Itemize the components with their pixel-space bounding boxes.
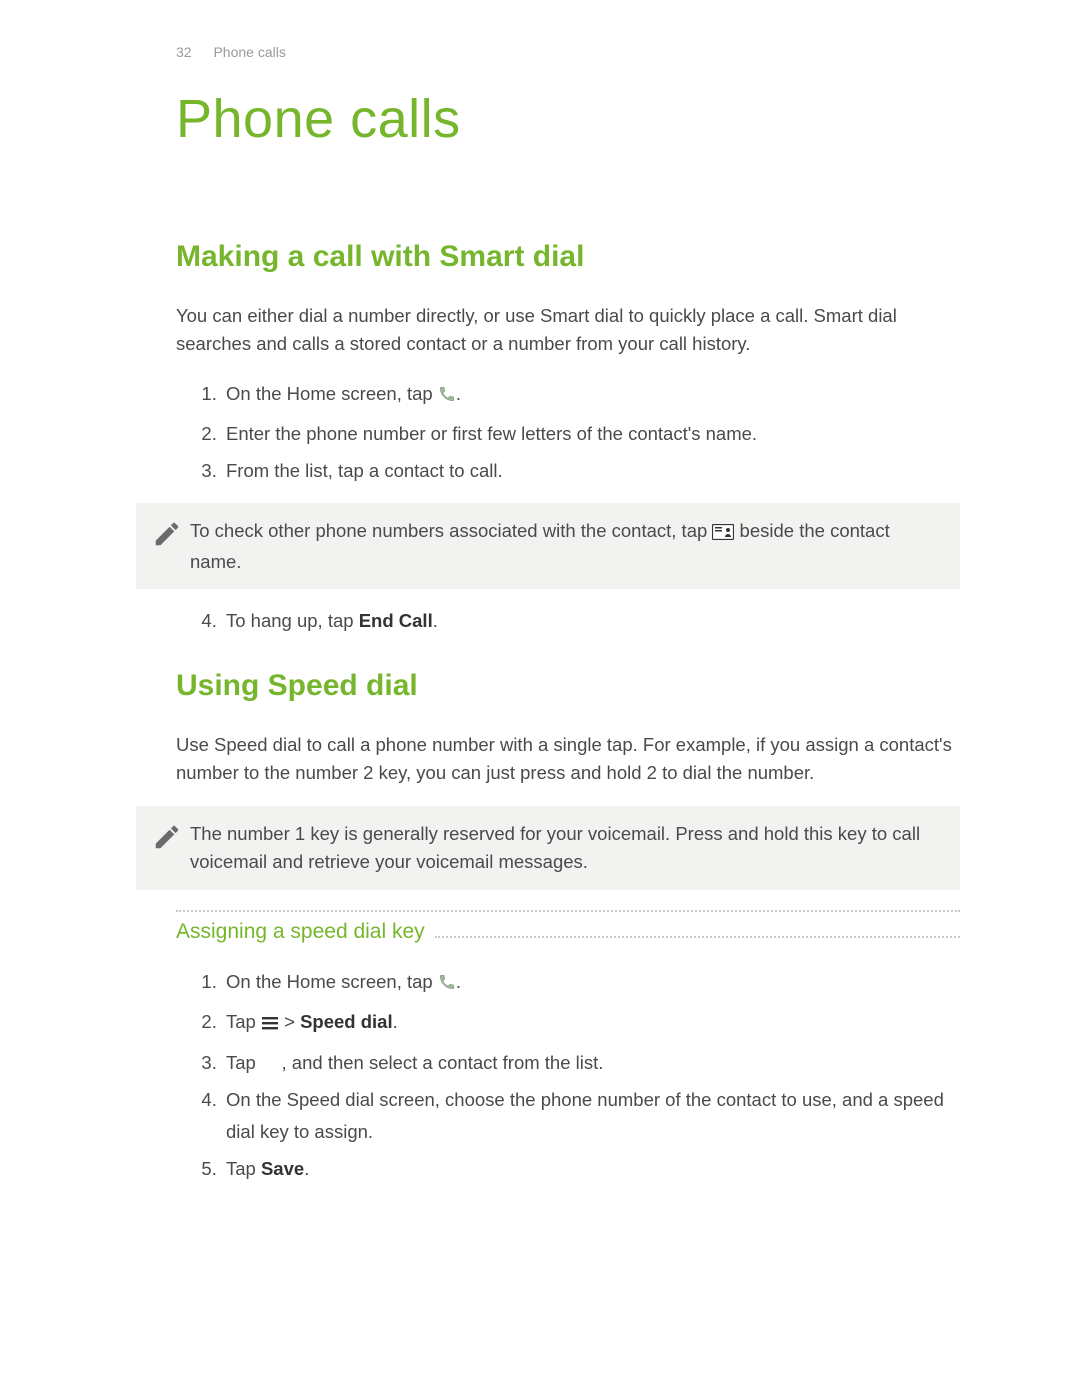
step-item: Tap > Speed dial.: [222, 1006, 960, 1040]
phone-icon: [438, 381, 456, 412]
step-item: Tap Save.: [222, 1153, 960, 1184]
contact-card-icon: [712, 520, 734, 548]
menu-icon: [261, 1009, 279, 1040]
step-text: Tap: [226, 1052, 261, 1073]
step-text: >: [279, 1011, 300, 1032]
section2-steps: On the Home screen, tap . Tap > Speed di…: [176, 966, 960, 1185]
step-text: .: [456, 971, 461, 992]
pencil-icon: [144, 820, 190, 852]
note-text: To check other phone numbers associated …: [190, 517, 942, 576]
note-box: To check other phone numbers associated …: [136, 503, 960, 590]
subheading-assigning: Assigning a speed dial key: [176, 920, 435, 944]
step-item: On the Home screen, tap .: [222, 966, 960, 1000]
step-item: From the list, tap a contact to call.: [222, 455, 960, 486]
subheading-block: Assigning a speed dial key: [176, 910, 960, 944]
section1-intro: You can either dial a number directly, o…: [176, 302, 960, 358]
step-text: , and then select a contact from the lis…: [282, 1052, 604, 1073]
chapter-name: Phone calls: [213, 44, 285, 60]
running-header: 32 Phone calls: [176, 44, 960, 60]
section1-steps-cont: To hang up, tap End Call.: [176, 605, 960, 636]
dotted-rule: [435, 926, 960, 938]
step-text: .: [433, 610, 438, 631]
step-item: Tap , and then select a contact from the…: [222, 1047, 960, 1078]
note-box: The number 1 key is generally reserved f…: [136, 806, 960, 890]
section-heading-speed-dial: Using Speed dial: [176, 669, 960, 703]
step-text: Tap: [226, 1011, 261, 1032]
step-item: On the Speed dial screen, choose the pho…: [222, 1084, 960, 1147]
step-text: .: [304, 1158, 309, 1179]
step-text: To hang up, tap: [226, 610, 359, 631]
section-heading-smart-dial: Making a call with Smart dial: [176, 240, 960, 274]
phone-icon: [438, 969, 456, 1000]
page-number: 32: [176, 44, 192, 60]
ui-label-end-call: End Call: [359, 610, 433, 631]
step-text: On the Home screen, tap: [226, 383, 438, 404]
step-item: Enter the phone number or first few lett…: [222, 418, 960, 449]
manual-page: 32 Phone calls Phone calls Making a call…: [0, 0, 1080, 1397]
note-text: The number 1 key is generally reserved f…: [190, 820, 942, 876]
note-text-part: To check other phone numbers associated …: [190, 520, 712, 541]
section2-intro: Use Speed dial to call a phone number wi…: [176, 731, 960, 787]
pencil-icon: [144, 517, 190, 549]
step-item: To hang up, tap End Call.: [222, 605, 960, 636]
step-text: Tap: [226, 1158, 261, 1179]
dotted-rule: [176, 910, 960, 912]
section1-steps: On the Home screen, tap . Enter the phon…: [176, 378, 960, 487]
step-text: On the Home screen, tap: [226, 971, 438, 992]
step-text: .: [393, 1011, 398, 1032]
ui-label-save: Save: [261, 1158, 304, 1179]
step-text: .: [456, 383, 461, 404]
step-item: On the Home screen, tap .: [222, 378, 960, 412]
ui-label-speed-dial: Speed dial: [300, 1011, 393, 1032]
page-title: Phone calls: [176, 88, 960, 150]
